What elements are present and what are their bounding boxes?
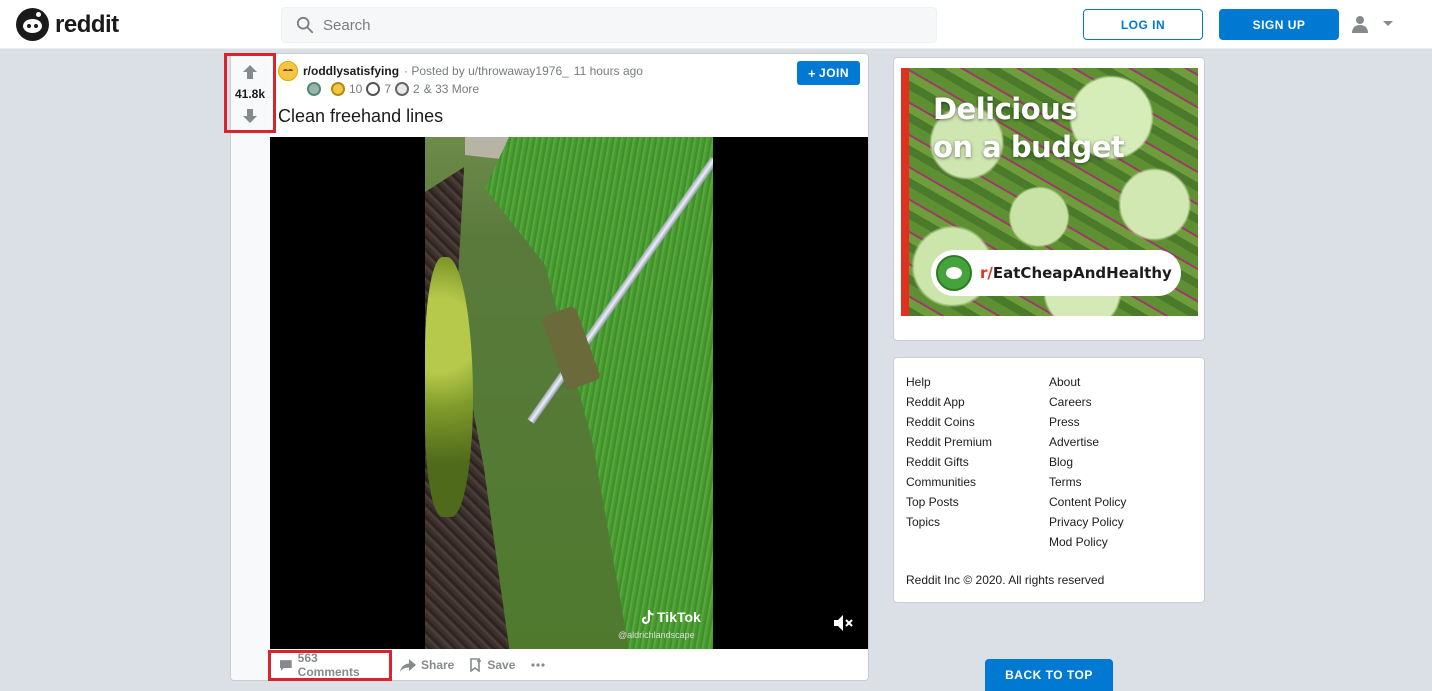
ad-card: Delicious on a budget r/EatCheapAndHealt… <box>893 57 1205 341</box>
vote-score: 41.8k <box>234 87 266 101</box>
tiktok-logo-icon <box>642 610 654 624</box>
footer-link[interactable]: About <box>1049 372 1126 392</box>
awards-more: & 33 More <box>423 82 480 96</box>
share-arrow-icon <box>400 658 416 672</box>
comment-icon <box>279 659 292 671</box>
ad-subreddit-name: r/EatCheapAndHealthy <box>980 264 1172 282</box>
ad-banner[interactable]: Delicious on a budget r/EatCheapAndHealt… <box>901 68 1198 316</box>
join-button[interactable]: + JOIN <box>797 61 860 85</box>
footer-link[interactable]: Communities <box>906 472 992 492</box>
post-time[interactable]: 11 hours ago <box>574 64 643 78</box>
footer-link[interactable]: Reddit Coins <box>906 412 992 432</box>
ad-headline-line1: Delicious <box>933 92 1078 126</box>
user-icon <box>1352 16 1368 33</box>
footer-link[interactable]: Reddit Premium <box>906 432 992 452</box>
login-button[interactable]: LOG IN <box>1083 9 1203 40</box>
tiktok-handle: @aldrichlandscape <box>618 630 695 640</box>
subreddit-link[interactable]: r/oddlysatisfying <box>303 64 399 78</box>
wholesome-award-count: 7 <box>384 82 392 96</box>
footer-link[interactable]: Top Posts <box>906 492 992 512</box>
save-button[interactable]: Save <box>462 651 523 679</box>
user-dropdown[interactable] <box>1350 14 1394 34</box>
share-label: Share <box>421 658 455 672</box>
footer-link[interactable]: Content Policy <box>1049 492 1126 512</box>
footer-links-card: Help Reddit App Reddit Coins Reddit Premium… <box>893 357 1205 603</box>
gold-award-icon <box>331 82 345 96</box>
reddit-snoo-icon <box>16 8 49 41</box>
comments-button[interactable]: 563 Comments <box>268 649 392 681</box>
comments-count: 563 Comments <box>297 651 360 679</box>
footer-links-col-2: About Careers Press Advertise Blog Terms Conte… <box>1049 372 1126 552</box>
footer-link[interactable]: Blog <box>1049 452 1126 472</box>
footer-link[interactable]: Reddit Gifts <box>906 452 992 472</box>
silver-award-icon <box>307 82 321 96</box>
save-label: Save <box>487 658 516 672</box>
footer-link[interactable]: Terms <box>1049 472 1126 492</box>
copyright-text: Reddit Inc © 2020. All rights reserved <box>906 573 1105 587</box>
footer-link[interactable]: Help <box>906 372 992 392</box>
upvote-icon[interactable] <box>242 64 258 80</box>
video-player[interactable]: TikTok @aldrichlandscape <box>270 137 868 649</box>
subreddit-icon[interactable] <box>278 61 298 81</box>
join-label: JOIN <box>819 66 850 80</box>
gold-award-count: 10 <box>349 82 363 96</box>
search-icon <box>296 16 314 34</box>
more-dots-icon <box>531 663 545 667</box>
footer-link[interactable]: Advertise <box>1049 432 1126 452</box>
share-button[interactable]: Share <box>392 651 462 679</box>
search-bar[interactable] <box>281 7 937 43</box>
signup-button[interactable]: SIGN UP <box>1219 9 1339 40</box>
awards-row[interactable]: 10 7 2 & 33 More <box>307 82 479 96</box>
helpful-award-icon <box>395 82 410 96</box>
muted-speaker-icon[interactable] <box>833 614 853 632</box>
post-actions: 563 Comments Share Save <box>268 649 553 681</box>
ad-subreddit-prefix: r/ <box>980 264 993 282</box>
footer-links-col-1: Help Reddit App Reddit Coins Reddit Premium… <box>906 372 992 532</box>
post-title[interactable]: Clean freehand lines <box>278 106 443 127</box>
footer-link[interactable]: Mod Policy <box>1049 532 1126 552</box>
top-nav: reddit LOG IN SIGN UP <box>0 0 1432 49</box>
ad-subreddit-pill[interactable]: r/EatCheapAndHealthy <box>931 250 1181 296</box>
tiktok-label: TikTok <box>657 609 701 625</box>
tiktok-watermark: TikTok <box>642 609 701 625</box>
snoo-chef-icon <box>936 255 972 291</box>
footer-link[interactable]: Privacy Policy <box>1049 512 1126 532</box>
vote-controls: 41.8k <box>224 53 276 133</box>
wholesome-award-icon <box>366 82 381 96</box>
more-options-button[interactable] <box>523 651 553 679</box>
footer-link[interactable]: Press <box>1049 412 1126 432</box>
ad-headline-line2: on a budget <box>933 130 1125 164</box>
back-to-top-button[interactable]: BACK TO TOP <box>985 659 1113 691</box>
downvote-icon[interactable] <box>242 108 258 124</box>
video-frame <box>425 137 713 649</box>
footer-link[interactable]: Reddit App <box>906 392 992 412</box>
logo-wordmark: reddit <box>55 10 119 38</box>
ad-subreddit-label: EatCheapAndHealthy <box>992 264 1172 282</box>
bookmark-add-icon <box>470 658 482 672</box>
posted-by-text[interactable]: · Posted by u/throwaway1976_ <box>404 64 569 78</box>
helpful-award-count: 2 <box>413 82 420 96</box>
vote-column <box>231 54 271 680</box>
plus-icon: + <box>807 65 817 81</box>
footer-link[interactable]: Topics <box>906 512 992 532</box>
footer-link[interactable]: Careers <box>1049 392 1126 412</box>
search-input[interactable] <box>323 16 883 34</box>
ad-headline: Delicious on a budget <box>933 90 1125 166</box>
post-meta: r/oddlysatisfying · Posted by u/throwawa… <box>278 61 643 81</box>
chevron-down-icon <box>1383 21 1393 26</box>
reddit-logo[interactable]: reddit <box>16 8 119 41</box>
